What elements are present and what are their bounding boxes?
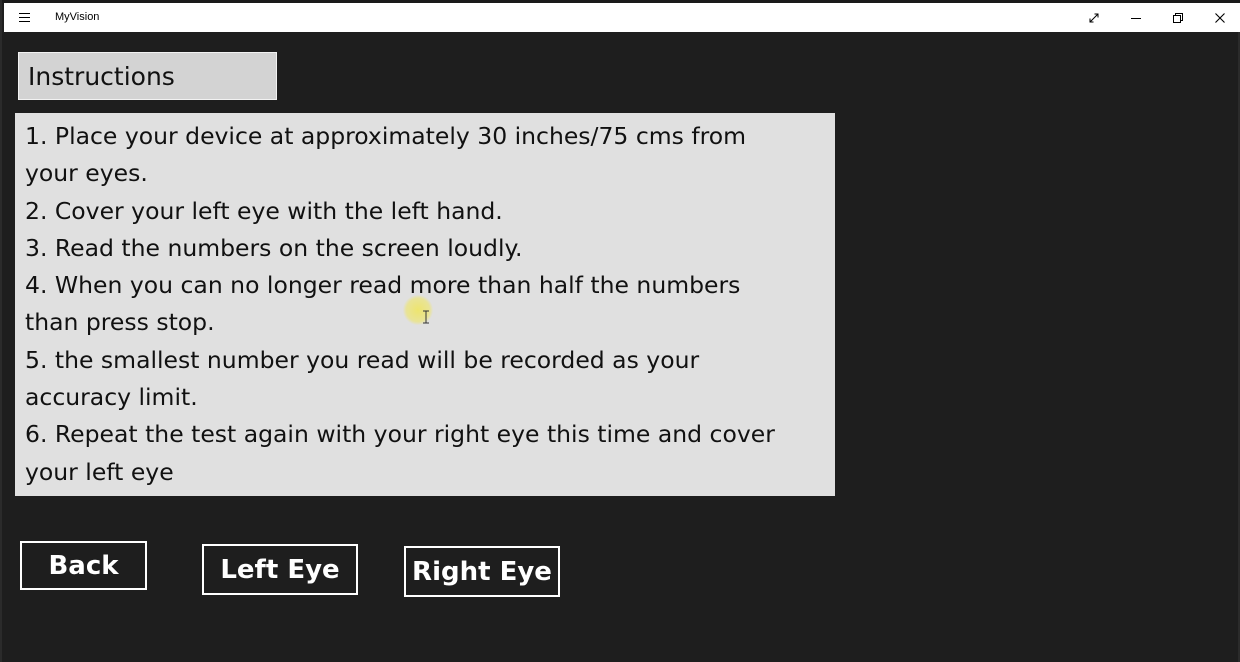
instruction-line: 4. When you can no longer read more than… (25, 271, 741, 300)
instruction-line: accuracy limit. (25, 383, 198, 412)
instruction-line: your eyes. (25, 159, 148, 188)
instructions-panel[interactable]: 1. Place your device at approximately 30… (15, 113, 835, 496)
left-eye-button[interactable]: Left Eye (202, 544, 358, 595)
restore-icon (1173, 12, 1183, 23)
minimize-icon (1131, 17, 1141, 19)
close-button[interactable] (1200, 3, 1240, 32)
instruction-line: 1. Place your device at approximately 30… (25, 122, 747, 150)
instruction-line: 2. Cover your left eye with the left han… (25, 196, 503, 225)
instruction-line: 5. the smallest number you read will be … (25, 345, 700, 374)
instruction-line: your left eye (25, 457, 174, 486)
hamburger-icon[interactable] (17, 9, 33, 25)
app-title: MyVision (55, 11, 100, 23)
instruction-line: 3. Read the numbers on the screen loudly… (25, 233, 523, 262)
minimize-button[interactable] (1116, 3, 1156, 32)
back-button[interactable]: Back (20, 541, 147, 590)
close-icon (1215, 12, 1225, 23)
expand-button[interactable] (1074, 3, 1114, 32)
restore-button[interactable] (1158, 3, 1198, 32)
right-eye-button[interactable]: Right Eye (404, 546, 560, 597)
instruction-line: 6. Repeat the test again with your right… (25, 420, 775, 449)
app-window: MyVision Instructions 1. Place your devi… (0, 0, 1240, 662)
instruction-line: than press stop. (25, 308, 215, 337)
instructions-header: Instructions (18, 52, 277, 100)
expand-icon (1089, 13, 1099, 22)
title-bar[interactable]: MyVision (4, 3, 1240, 32)
